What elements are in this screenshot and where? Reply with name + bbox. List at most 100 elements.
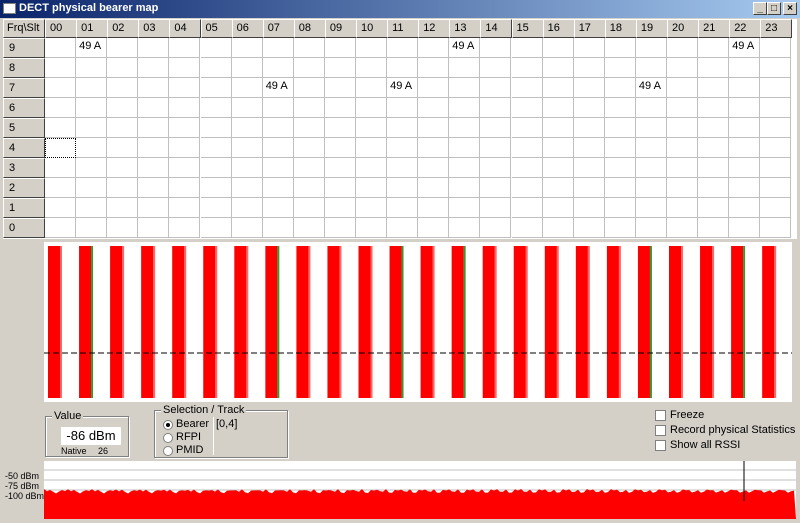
bearer-cell[interactable]: [324, 38, 356, 58]
slot-header-08[interactable]: 08: [293, 19, 326, 38]
bearer-cell[interactable]: [169, 38, 201, 58]
bearer-cell[interactable]: [138, 178, 170, 198]
bearer-cell[interactable]: [698, 138, 730, 158]
bearer-cell[interactable]: [480, 78, 512, 98]
bearer-cell[interactable]: [573, 38, 605, 58]
slot-header-01[interactable]: 01: [76, 19, 109, 38]
bearer-cell[interactable]: [231, 58, 263, 78]
bearer-cell[interactable]: [604, 218, 636, 238]
bearer-cell[interactable]: [667, 98, 699, 118]
bearer-cell[interactable]: [449, 178, 481, 198]
bearer-cell[interactable]: [480, 138, 512, 158]
slot-header-14[interactable]: 14: [480, 19, 513, 38]
freq-header-4[interactable]: 4: [3, 138, 45, 158]
bearer-cell[interactable]: [324, 78, 356, 98]
bearer-cell[interactable]: [449, 218, 481, 238]
bearer-cell[interactable]: [604, 158, 636, 178]
bearer-cell[interactable]: [667, 218, 699, 238]
bearer-cell[interactable]: [573, 78, 605, 98]
bearer-cell[interactable]: [107, 178, 139, 198]
bearer-cell[interactable]: [324, 178, 356, 198]
bearer-cell[interactable]: [573, 178, 605, 198]
bearer-cell[interactable]: [138, 138, 170, 158]
bearer-cell[interactable]: [449, 138, 481, 158]
bearer-cell[interactable]: [667, 38, 699, 58]
bearer-cell[interactable]: [262, 198, 294, 218]
bearer-cell[interactable]: [542, 98, 574, 118]
bearer-cell[interactable]: [107, 98, 139, 118]
freq-header-7[interactable]: 7: [3, 78, 45, 98]
bearer-cell[interactable]: [138, 118, 170, 138]
bearer-cell[interactable]: [698, 98, 730, 118]
slot-header-03[interactable]: 03: [138, 19, 171, 38]
bearer-cell[interactable]: [231, 198, 263, 218]
bearer-cell[interactable]: [698, 118, 730, 138]
slot-header-06[interactable]: 06: [231, 19, 264, 38]
slot-header-05[interactable]: 05: [200, 19, 233, 38]
bearer-cell[interactable]: [76, 178, 108, 198]
bearer-map-grid[interactable]: Frq\Slt 00 01 02 03 04 05 06 07 08 09 10 11 12 13 14 15 1…: [3, 19, 797, 239]
bearer-cell[interactable]: [698, 198, 730, 218]
slot-header-19[interactable]: 19: [635, 19, 668, 38]
bearer-cell[interactable]: [418, 158, 450, 178]
bearer-cell[interactable]: [604, 98, 636, 118]
bearer-cell[interactable]: [200, 198, 232, 218]
bearer-cell[interactable]: [760, 218, 792, 238]
bearer-cell[interactable]: [356, 58, 388, 78]
bearer-cell[interactable]: [200, 78, 232, 98]
bearer-cell[interactable]: [511, 218, 543, 238]
bearer-cell[interactable]: [138, 98, 170, 118]
bearer-cell[interactable]: [573, 118, 605, 138]
bearer-cell[interactable]: [667, 138, 699, 158]
bearer-cell[interactable]: [262, 138, 294, 158]
bearer-cell[interactable]: [387, 158, 419, 178]
bearer-cell-active[interactable]: 49 A: [76, 38, 108, 58]
bearer-cell[interactable]: [76, 98, 108, 118]
bearer-cell[interactable]: [231, 138, 263, 158]
bearer-cell[interactable]: [573, 138, 605, 158]
bearer-cell[interactable]: [418, 58, 450, 78]
slot-header-07[interactable]: 07: [262, 19, 295, 38]
bearer-cell[interactable]: [604, 118, 636, 138]
bearer-cell[interactable]: [418, 218, 450, 238]
record-stats-checkbox[interactable]: [655, 425, 666, 436]
bearer-cell[interactable]: [200, 98, 232, 118]
bearer-cell[interactable]: [729, 178, 761, 198]
slot-header-13[interactable]: 13: [449, 19, 482, 38]
bearer-cell[interactable]: [667, 118, 699, 138]
bearer-cell[interactable]: [387, 198, 419, 218]
bearer-cell[interactable]: [262, 218, 294, 238]
bearer-cell[interactable]: [635, 58, 667, 78]
bearer-cell[interactable]: [293, 178, 325, 198]
bearer-cell[interactable]: [729, 78, 761, 98]
close-button[interactable]: ×: [783, 2, 797, 15]
bearer-cell[interactable]: [542, 218, 574, 238]
bearer-cell[interactable]: [729, 158, 761, 178]
bearer-cell[interactable]: [511, 118, 543, 138]
slot-header-09[interactable]: 09: [324, 19, 357, 38]
bearer-cell[interactable]: [449, 158, 481, 178]
bearer-cell[interactable]: [324, 138, 356, 158]
bearer-cell[interactable]: [76, 218, 108, 238]
bearer-cell[interactable]: [262, 178, 294, 198]
bearer-cell[interactable]: [293, 218, 325, 238]
bearer-cell[interactable]: [387, 118, 419, 138]
bearer-cell[interactable]: [635, 38, 667, 58]
slot-header-20[interactable]: 20: [667, 19, 700, 38]
bearer-cell[interactable]: [45, 58, 77, 78]
bearer-cell[interactable]: [76, 158, 108, 178]
bearer-cell[interactable]: [262, 58, 294, 78]
bearer-cell[interactable]: [231, 178, 263, 198]
freq-header-2[interactable]: 2: [3, 178, 45, 198]
bearer-cell[interactable]: [449, 58, 481, 78]
bearer-cell[interactable]: [356, 98, 388, 118]
bearer-cell[interactable]: [667, 198, 699, 218]
slot-header-21[interactable]: 21: [698, 19, 731, 38]
bearer-cell[interactable]: [729, 218, 761, 238]
bearer-cell[interactable]: [324, 98, 356, 118]
slot-header-23[interactable]: 23: [760, 19, 793, 38]
bearer-cell[interactable]: [387, 58, 419, 78]
bearer-cell[interactable]: [293, 38, 325, 58]
bearer-cell[interactable]: [635, 178, 667, 198]
bearer-cell[interactable]: [356, 158, 388, 178]
